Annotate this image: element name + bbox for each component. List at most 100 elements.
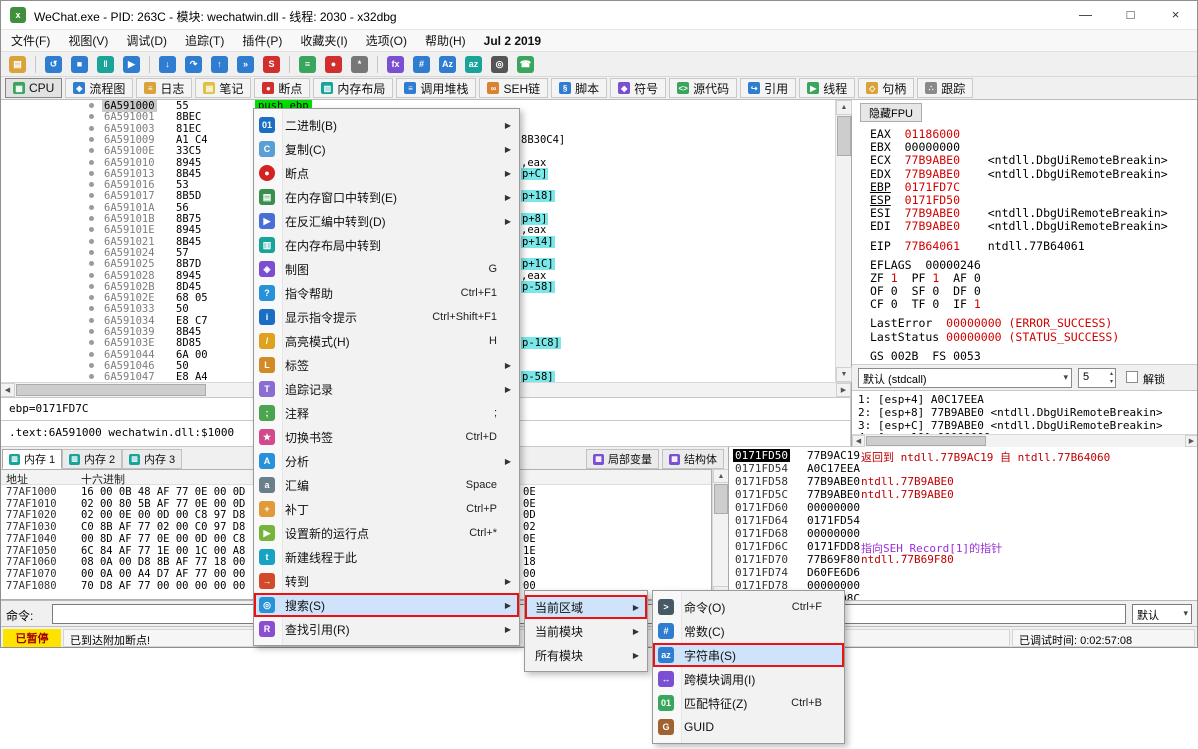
register-line[interactable]: EDI 77B9ABE0 <ntdll.DbgUiRemoteBreakin> [870,219,1196,232]
context-menu-item-goto[interactable]: →转到▶ [254,569,519,593]
breakpoint-dot[interactable] [89,205,94,210]
submenu-item-current-module[interactable]: 当前模块▶ [525,619,647,643]
context-menu-item-follow-in-disassembler[interactable]: ▶在反汇编中转到(D)▶ [254,209,519,233]
submenu-item-pattern[interactable]: 01匹配特征(Z)Ctrl+B [653,691,844,715]
tab-script[interactable]: §脚本 [551,78,607,98]
breakpoint-dot[interactable] [89,295,94,300]
menu-help[interactable]: 帮助(H) [416,30,475,52]
stop-icon[interactable]: ■ [71,56,88,73]
breakpoint-dot[interactable] [89,126,94,131]
find-icon[interactable]: ◎ [491,56,508,73]
breakpoint-dot[interactable] [89,284,94,289]
argument-count-spinner[interactable]: 5 ▴▾ [1078,368,1116,388]
breakpoint-dot[interactable] [89,216,94,221]
context-menu-item-search[interactable]: ◎搜索(S)▶ [254,593,519,617]
submenu-item-all-modules[interactable]: 所有模块▶ [525,643,647,667]
argument-line[interactable]: 2: [esp+8] 77B9ABE0 <ntdll.DbgUiRemoteBr… [858,406,1198,419]
breakpoint-dot[interactable] [89,114,94,119]
submenu-item-intermodular-calls[interactable]: ↔跨模块调用(I) [653,667,844,691]
tab-cpu[interactable]: ▦CPU [5,78,62,98]
argument-line[interactable]: 1: [esp+4] A0C17EEA [858,393,1198,406]
context-menu-item-find-references[interactable]: R查找引用(R)▶ [254,617,519,641]
breakpoint-dot[interactable] [89,227,94,232]
menu-options[interactable]: 选项(O) [357,30,416,52]
context-menu-item-analysis[interactable]: A分析▶ [254,449,519,473]
tab-notes[interactable]: ▤笔记 [195,78,251,98]
struct-tab[interactable]: ▦结构体 [662,449,724,469]
breakpoint-dot[interactable] [89,103,94,108]
scrollbar-thumb[interactable] [714,484,728,514]
register-line[interactable]: OF 0 SF 0 DF 0 [870,284,1196,297]
unlock-checkbox[interactable] [1126,371,1138,383]
step-out-icon[interactable]: ↑ [211,56,228,73]
hide-fpu-button[interactable]: 隐藏FPU [860,103,922,122]
breakpoint-dot[interactable] [89,182,94,187]
stack-row[interactable]: 0171FD6000000000 [729,501,1198,514]
arguments-hscrollbar[interactable]: ◀ ▶ [852,434,1198,447]
context-menu-item-patch[interactable]: +补丁Ctrl+P [254,497,519,521]
step-into-icon[interactable]: ↓ [159,56,176,73]
spinner-arrows-icon[interactable]: ▴▾ [1110,370,1113,386]
context-menu-item-label[interactable]: L标签▶ [254,353,519,377]
menu-view[interactable]: 视图(V) [59,30,117,52]
stack-row[interactable]: 0171FD6C0171FDD8指向SEH_Record[1]的指针 [729,540,1198,553]
restart-icon[interactable]: ↺ [45,56,62,73]
close-button[interactable]: × [1153,0,1198,29]
stack-row[interactable]: 0171FD5C77B9ABE0ntdll.77B9ABE0 [729,488,1198,501]
context-menu-item-set-new-origin-here[interactable]: ▶设置新的运行点Ctrl+* [254,521,519,545]
register-line[interactable]: EFLAGS 00000246 [870,258,1196,271]
register-line[interactable]: CF 0 TF 0 IF 1 [870,297,1196,310]
register-line[interactable]: ZF 1 PF 1 AF 0 [870,271,1196,284]
string-toolbar-icon[interactable]: az [465,56,482,73]
submenu-item-command[interactable]: >命令(O)Ctrl+F [653,595,844,619]
breakpoint-dot[interactable] [89,250,94,255]
step-over-icon[interactable]: ↷ [185,56,202,73]
breakpoint-dot[interactable] [89,160,94,165]
open-file-icon[interactable]: ▤ [9,56,26,73]
submenu-item-guid[interactable]: GGUID [653,715,844,739]
tab-source[interactable]: <>源代码 [669,78,737,98]
tab-graph[interactable]: ◈流程图 [65,78,133,98]
breakpoint-dot[interactable] [89,171,94,176]
register-line[interactable]: ECX 77B9ABE0 <ntdll.DbgUiRemoteBreakin> [870,153,1196,166]
register-line[interactable]: EBP 0171FD7C [870,180,1196,193]
scrollbar-thumb[interactable] [866,436,986,446]
context-menu-item-assemble[interactable]: a汇编Space [254,473,519,497]
notes-toolbar-icon[interactable]: ≡ [299,56,316,73]
scrollbar-thumb[interactable] [16,384,206,396]
stack-row[interactable]: 0171FD5077B9AC19返回到 ntdll.77B9AC19 自 ntd… [729,449,1198,462]
dump-vscrollbar[interactable]: ▲ ▼ [712,469,728,600]
register-line[interactable]: ESP 0171FD50 [870,193,1196,206]
maximize-button[interactable]: □ [1108,0,1153,29]
register-line[interactable]: LastStatus 00000000 (STATUS_SUCCESS) [870,330,1196,343]
scroll-right-icon[interactable]: ▶ [1185,435,1198,447]
register-line[interactable]: LastError 00000000 (ERROR_SUCCESS) [870,316,1196,329]
log-icon[interactable]: S [263,56,280,73]
dump-tab-1[interactable]: ▥内存 1 [2,449,62,469]
stack-row[interactable]: 0171FD74D60FE6D6 [729,566,1198,579]
tab-trace[interactable]: ∴跟踪 [917,78,973,98]
context-menu-item-graph[interactable]: ◈制图G [254,257,519,281]
register-line[interactable]: ESI 77B9ABE0 <ntdll.DbgUiRemoteBreakin> [870,206,1196,219]
breakpoint-dot[interactable] [89,239,94,244]
tab-handles[interactable]: ◇句柄 [858,78,914,98]
tab-call-stack[interactable]: ≡调用堆栈 [396,78,476,98]
breakpoint-dot[interactable] [89,148,94,153]
breakpoint-dot[interactable] [89,352,94,357]
scroll-down-icon[interactable]: ▼ [836,367,852,382]
context-menu-item-follow-in-dump[interactable]: ▤在内存窗口中转到(E)▶ [254,185,519,209]
register-line[interactable]: EDX 77B9ABE0 <ntdll.DbgUiRemoteBreakin> [870,167,1196,180]
phone-icon[interactable]: ☎ [517,56,534,73]
breakpoint-dot[interactable] [89,273,94,278]
breakpoint-dot[interactable] [89,374,94,379]
register-line[interactable]: GS 002B FS 0053 [870,349,1196,362]
breakpoint-dot[interactable] [89,193,94,198]
context-menu-item-follow-in-memory-map[interactable]: ▥在内存布局中转到 [254,233,519,257]
run-to-user-code-icon[interactable]: » [237,56,254,73]
locals-tab[interactable]: ▦局部变量 [586,449,659,469]
stack-row[interactable]: 0171FD7077B69F80ntdll.77B69F80 [729,553,1198,566]
disassembly-vscrollbar[interactable]: ▲ ▼ [835,100,851,382]
stack-row[interactable]: 0171FD5877B9ABE0ntdll.77B9ABE0 [729,475,1198,488]
scroll-left-icon[interactable]: ◀ [0,383,15,397]
scroll-left-icon[interactable]: ◀ [852,435,865,447]
